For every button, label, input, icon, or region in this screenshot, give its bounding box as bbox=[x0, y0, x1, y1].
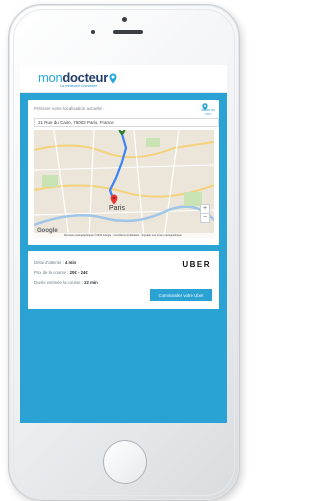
wait-time-row: Délai d'attente : 4 min bbox=[34, 260, 76, 265]
home-button[interactable] bbox=[103, 440, 147, 484]
logo-docteur-text: docteur bbox=[62, 70, 108, 85]
logo-tagline: La médecine connectée bbox=[60, 84, 98, 88]
location-card: Préciser votre localisation actuelle : A… bbox=[28, 100, 219, 245]
price-label: Prix de la course : bbox=[34, 270, 69, 275]
wait-time-label: Délai d'attente : bbox=[34, 260, 64, 265]
google-logo: Google bbox=[37, 228, 58, 234]
address-input[interactable] bbox=[34, 118, 219, 127]
destination-pin-icon bbox=[110, 194, 118, 205]
duration-label: Durée estimée la course : bbox=[34, 280, 83, 285]
logo-mon-text: mon bbox=[38, 70, 63, 85]
price-value: 20€ - 24€ bbox=[69, 270, 88, 275]
map-canvas bbox=[34, 130, 214, 238]
around-me-link[interactable]: Autour de moi bbox=[199, 108, 217, 116]
wait-time-value: 4 min bbox=[64, 260, 77, 265]
origin-pin-icon bbox=[118, 130, 126, 136]
uber-logo: UBER bbox=[182, 260, 211, 269]
route-map[interactable]: Paris + − Google Données cartographiques… bbox=[34, 130, 214, 238]
front-camera bbox=[122, 17, 127, 22]
order-uber-button[interactable]: Commander votre Uber bbox=[150, 289, 212, 301]
mondocteur-logo[interactable]: mondocteur bbox=[38, 69, 117, 85]
app-screen: mondocteur La médecine connectée Précise… bbox=[20, 65, 227, 423]
price-row: Prix de la course : 20€ - 24€ bbox=[34, 270, 88, 275]
location-label: Préciser votre localisation actuelle : bbox=[34, 106, 105, 111]
minus-icon[interactable]: − bbox=[200, 213, 210, 223]
map-city-label: Paris bbox=[109, 205, 125, 212]
map-attribution: Données cartographiques ©2015 Google · C… bbox=[64, 234, 182, 237]
ride-card: Délai d'attente : 4 min Prix de la cours… bbox=[28, 251, 219, 309]
logo-pin-icon bbox=[109, 73, 117, 84]
duration-value: 22 min bbox=[84, 280, 98, 285]
earpiece-speaker bbox=[113, 30, 143, 34]
proximity-sensor bbox=[91, 30, 95, 34]
duration-row: Durée estimée la course : 22 min bbox=[34, 280, 98, 285]
app-header: mondocteur La médecine connectée bbox=[20, 65, 227, 93]
